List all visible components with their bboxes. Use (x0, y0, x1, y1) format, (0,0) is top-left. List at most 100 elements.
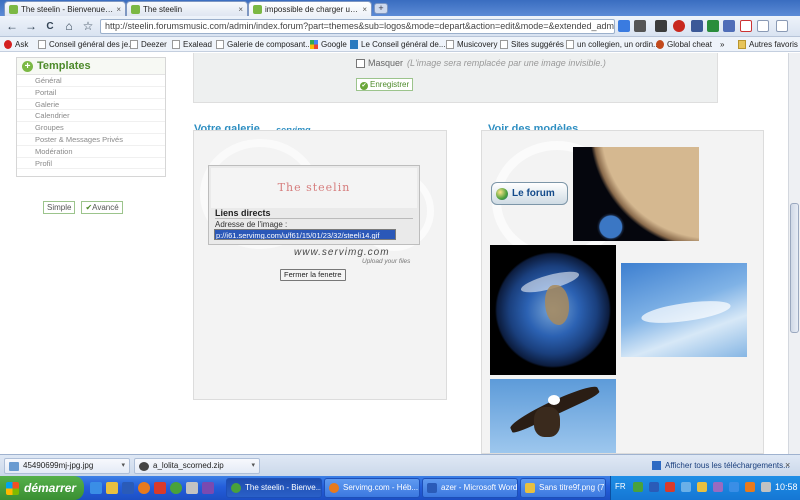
back-button[interactable]: ← (4, 19, 20, 34)
model-thumbnail-sky[interactable] (621, 263, 747, 357)
quicklaunch-app-icon[interactable] (154, 482, 166, 494)
close-tab-icon[interactable]: × (362, 5, 367, 14)
bookmark-google[interactable]: Google (310, 39, 347, 50)
quicklaunch-icon[interactable] (90, 482, 102, 494)
quicklaunch-folder-icon[interactable] (106, 482, 118, 494)
template-item-portail[interactable]: Portail (17, 87, 165, 99)
tab-steelin[interactable]: The steelin × (126, 1, 248, 16)
zip-file-icon (139, 462, 149, 471)
tray-volume-icon[interactable] (745, 482, 755, 492)
tray-app-icon[interactable] (729, 482, 739, 492)
download-item-jpg[interactable]: 45490699mj-jpg.jpg ▾ (4, 458, 130, 474)
advanced-mode-button[interactable]: ✔Avancé (81, 201, 123, 214)
address-bar[interactable]: http://steelin.forumsmusic.com/admin/ind… (100, 19, 615, 34)
tab-steelin-welcome[interactable]: The steelin - Bienvenue sur... × (4, 1, 126, 16)
bookmark-other-folder[interactable]: Autres favoris (738, 39, 798, 50)
task-label: azer - Microsoft Word (441, 483, 518, 492)
show-all-downloads-link[interactable]: Afficher tous les téléchargements... (652, 461, 790, 470)
bookmark-label: Google (321, 40, 347, 49)
wrench-icon[interactable] (776, 20, 788, 32)
bookmark-galerie-composants[interactable]: Galerie de composant... (216, 39, 312, 50)
model-thumbnail-earth[interactable] (490, 245, 616, 375)
tray-app-icon[interactable] (649, 482, 659, 492)
taskbar: démarrer The steelin - Bienve... Servimg… (0, 476, 800, 500)
facebook-alt-icon[interactable] (723, 20, 735, 32)
template-item-galerie[interactable]: Galerie (17, 99, 165, 111)
quicklaunch-firefox-icon[interactable] (138, 482, 150, 494)
close-window-button[interactable]: Fermer la fenetre (280, 269, 346, 281)
task-chrome-steelin[interactable]: The steelin - Bienve... (226, 478, 322, 498)
bookmark-musicovery[interactable]: Musicovery (446, 39, 497, 50)
models-box: Le forum (481, 130, 764, 454)
folder-icon (738, 40, 746, 49)
tray-app-icon[interactable] (665, 482, 675, 492)
page-action-icon[interactable] (618, 20, 630, 32)
downloads-bar: 45490699mj-jpg.jpg ▾ a_lolita_scorned.zi… (0, 454, 800, 476)
start-button[interactable]: démarrer (0, 476, 84, 500)
tray-app-icon[interactable] (761, 482, 771, 492)
template-item-general[interactable]: Général (17, 75, 165, 87)
template-item-profil[interactable]: Profil (17, 158, 165, 170)
bookmark-global-cheat[interactable]: Global cheat (656, 39, 712, 50)
bookmark-ask[interactable]: Ask (4, 39, 28, 50)
forward-button[interactable]: → (23, 19, 39, 34)
bookmark-sites-suggeres[interactable]: Sites suggérés (500, 39, 564, 50)
model-thumbnail-eagle[interactable] (490, 379, 616, 453)
page-menu-icon[interactable] (757, 20, 769, 32)
tray-app-icon[interactable] (713, 482, 723, 492)
simple-mode-button[interactable]: Simple (43, 201, 76, 214)
task-paint[interactable]: Sans titre9f.png (7... (520, 478, 606, 498)
task-label: Servimg.com - Héb... (343, 483, 419, 492)
quicklaunch-app-icon[interactable] (202, 482, 214, 494)
templates-header[interactable]: + Templates (17, 58, 165, 75)
quicklaunch-chrome-icon[interactable] (170, 482, 182, 494)
play-icon[interactable] (634, 20, 646, 32)
chevron-down-icon[interactable]: ▾ (251, 459, 255, 473)
tray-app-icon[interactable] (697, 482, 707, 492)
vertical-scrollbar[interactable] (788, 53, 800, 454)
bookmark-deezer[interactable]: Deezer (130, 39, 167, 50)
quicklaunch-app-icon[interactable] (186, 482, 198, 494)
facebook-icon[interactable] (691, 20, 703, 32)
save-button[interactable]: ✔ Enregistrer (356, 78, 414, 91)
forum-button[interactable]: Le forum (491, 182, 568, 205)
close-tab-icon[interactable]: × (116, 5, 121, 14)
bookmark-conseil-jeunes[interactable]: Conseil général des je... (38, 39, 135, 50)
template-item-moderation[interactable]: Modération (17, 146, 165, 158)
bookmark-label: Sites suggérés (511, 40, 564, 49)
language-indicator[interactable]: FR (615, 482, 626, 491)
bookmark-exalead[interactable]: Exalead (172, 39, 212, 50)
bookmark-collegien[interactable]: un collegien, un ordin... (566, 39, 660, 50)
extension-icon[interactable] (655, 20, 667, 32)
quicklaunch-ie-icon[interactable] (122, 482, 134, 494)
template-item-poster[interactable]: Poster & Messages Privés (17, 134, 165, 146)
scrollbar-thumb[interactable] (790, 203, 799, 333)
record-icon[interactable] (673, 20, 685, 32)
home-button[interactable]: ⌂ (61, 19, 77, 34)
template-item-groupes[interactable]: Groupes (17, 122, 165, 134)
new-tab-button[interactable]: + (374, 3, 388, 14)
close-tab-icon[interactable]: × (238, 5, 243, 14)
task-label: Sans titre9f.png (7... (539, 483, 606, 492)
extension-green-icon[interactable] (707, 20, 719, 32)
decor (534, 407, 560, 437)
template-item-calendrier[interactable]: Calendrier (17, 110, 165, 123)
chevron-down-icon[interactable]: ▾ (121, 459, 125, 473)
close-downloads-icon[interactable]: × (785, 460, 790, 470)
task-word[interactable]: azer - Microsoft Word (422, 478, 518, 498)
reload-button[interactable]: C (42, 19, 58, 34)
task-servimg[interactable]: Servimg.com - Héb... (324, 478, 420, 498)
image-address-field[interactable]: p://i61.servimg.com/u/f61/15/01/23/32/st… (214, 229, 396, 240)
decor (548, 395, 560, 405)
model-thumbnail-planet[interactable] (573, 147, 699, 241)
upload-tagline: Upload your files (362, 258, 411, 265)
bookmark-star-icon[interactable]: ☆ (80, 19, 96, 34)
tray-app-icon[interactable] (633, 482, 643, 492)
download-item-zip[interactable]: a_lolita_scorned.zip ▾ (134, 458, 260, 474)
gmail-icon[interactable] (740, 20, 752, 32)
tray-network-icon[interactable] (681, 482, 691, 492)
mask-checkbox[interactable] (356, 58, 365, 68)
bookmark-conseil-general[interactable]: Le Conseil général de... (350, 39, 446, 50)
page-icon (446, 40, 454, 49)
tab-impossible-charger[interactable]: impossible de charger une i... × (248, 1, 372, 16)
